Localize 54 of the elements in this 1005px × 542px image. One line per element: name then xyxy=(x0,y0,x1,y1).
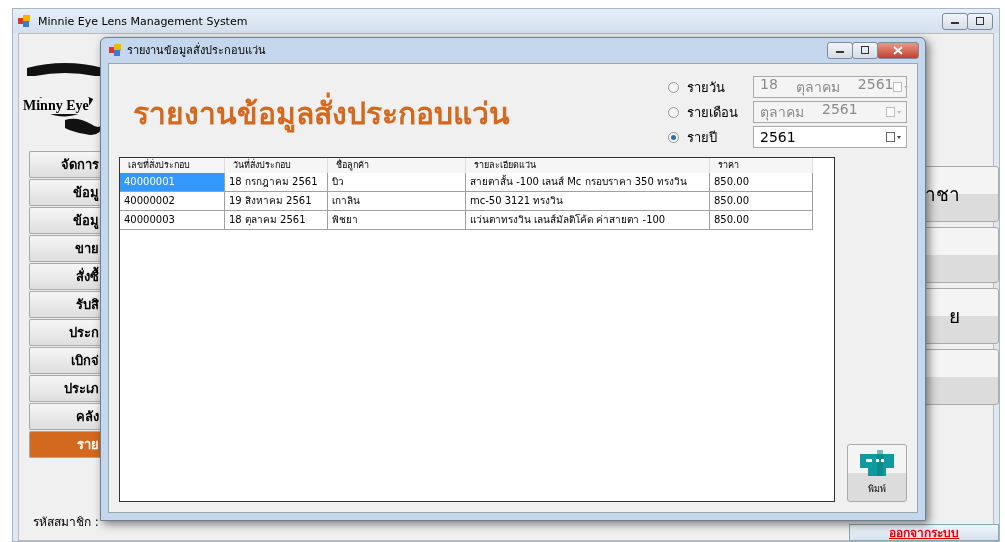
maximize-icon xyxy=(976,17,984,25)
table-cell: บิว xyxy=(328,173,466,192)
maximize-icon xyxy=(861,46,869,54)
report-heading: รายงานข้อมูลสั่งประกอบแว่น xyxy=(133,90,510,157)
menu-button[interactable]: ข้อมู xyxy=(29,179,101,206)
member-label: รหัสสมาชิก : xyxy=(33,514,99,531)
column-header[interactable]: เลขที่สั่งประกอบ xyxy=(120,158,225,173)
table-cell: 18 กรกฎาคม 2561 xyxy=(225,173,328,192)
table-cell: เกาลิน xyxy=(328,192,466,211)
date-picker[interactable]: 2561 xyxy=(753,126,907,148)
menu-button[interactable]: เบิกจ่ xyxy=(29,347,101,374)
close-button[interactable] xyxy=(877,41,919,59)
printer-icon xyxy=(860,450,895,476)
table-cell: 40000003 xyxy=(120,211,225,230)
table-cell: 18 ตุลาคม 2561 xyxy=(225,211,328,230)
menu-button[interactable]: ประเภ xyxy=(29,375,101,402)
menu-button[interactable]: คลัง xyxy=(29,403,101,430)
maximize-button[interactable] xyxy=(852,41,878,59)
close-icon xyxy=(893,45,903,55)
table-cell: 40000002 xyxy=(120,192,225,211)
logout-button[interactable]: ออกจากระบบ xyxy=(849,524,999,541)
radio-label: รายวัน xyxy=(687,78,726,97)
menu-button[interactable]: ราย xyxy=(29,431,101,458)
table-cell: พิชยา xyxy=(328,211,466,230)
menu-button[interactable]: ข้อมู xyxy=(29,207,101,234)
table-cell: แว่นตาทรงวิน เลนส์มัลติโค้ด ค่าสายตา -100 xyxy=(466,211,710,230)
radio-label: รายปี xyxy=(687,128,718,147)
radio-button[interactable] xyxy=(668,131,679,143)
print-button[interactable]: พิมพ์ xyxy=(847,444,907,502)
column-header[interactable]: ชื่อลูกค้า xyxy=(328,158,466,173)
maximize-button[interactable] xyxy=(967,12,993,30)
menu-button[interactable]: ประก xyxy=(29,319,101,346)
window-title: Minnie Eye Lens Management System xyxy=(38,14,248,28)
table-cell: mc-50 3121 ทรงวิน xyxy=(466,192,710,211)
minimize-button[interactable] xyxy=(942,12,968,30)
calendar-dropdown-icon[interactable] xyxy=(886,132,902,142)
table-cell: สายตาสั้น -100 เลนส์ Mc กรอบราคา 350 ทรงวิน xyxy=(466,173,710,192)
menu-button[interactable]: รับสิ xyxy=(29,291,101,318)
minimize-button[interactable] xyxy=(827,41,853,59)
table-cell: 850.00 xyxy=(710,192,813,211)
radio-label: รายเดือน xyxy=(687,103,739,122)
menu-button[interactable]: สั่งซื้ xyxy=(29,263,101,290)
table-cell: 850.00 xyxy=(710,211,813,230)
app-icon xyxy=(18,15,30,27)
column-header[interactable]: ราคา xyxy=(710,158,813,173)
menu-button[interactable]: จัดการ xyxy=(29,151,101,178)
table-cell: 19 สิงหาคม 2561 xyxy=(225,192,328,211)
column-header[interactable]: วันที่สั่งประกอบ xyxy=(225,158,328,173)
menu-button[interactable]: ขาย xyxy=(29,235,101,262)
column-header[interactable]: รายละเอียดแว่น xyxy=(466,158,710,173)
table-cell: 40000001 xyxy=(120,173,225,192)
dialog-title: รายงานข้อมูลสั่งประกอบแว่น xyxy=(127,41,266,59)
app-icon xyxy=(109,44,121,56)
table-cell: 850.00 xyxy=(710,173,813,192)
